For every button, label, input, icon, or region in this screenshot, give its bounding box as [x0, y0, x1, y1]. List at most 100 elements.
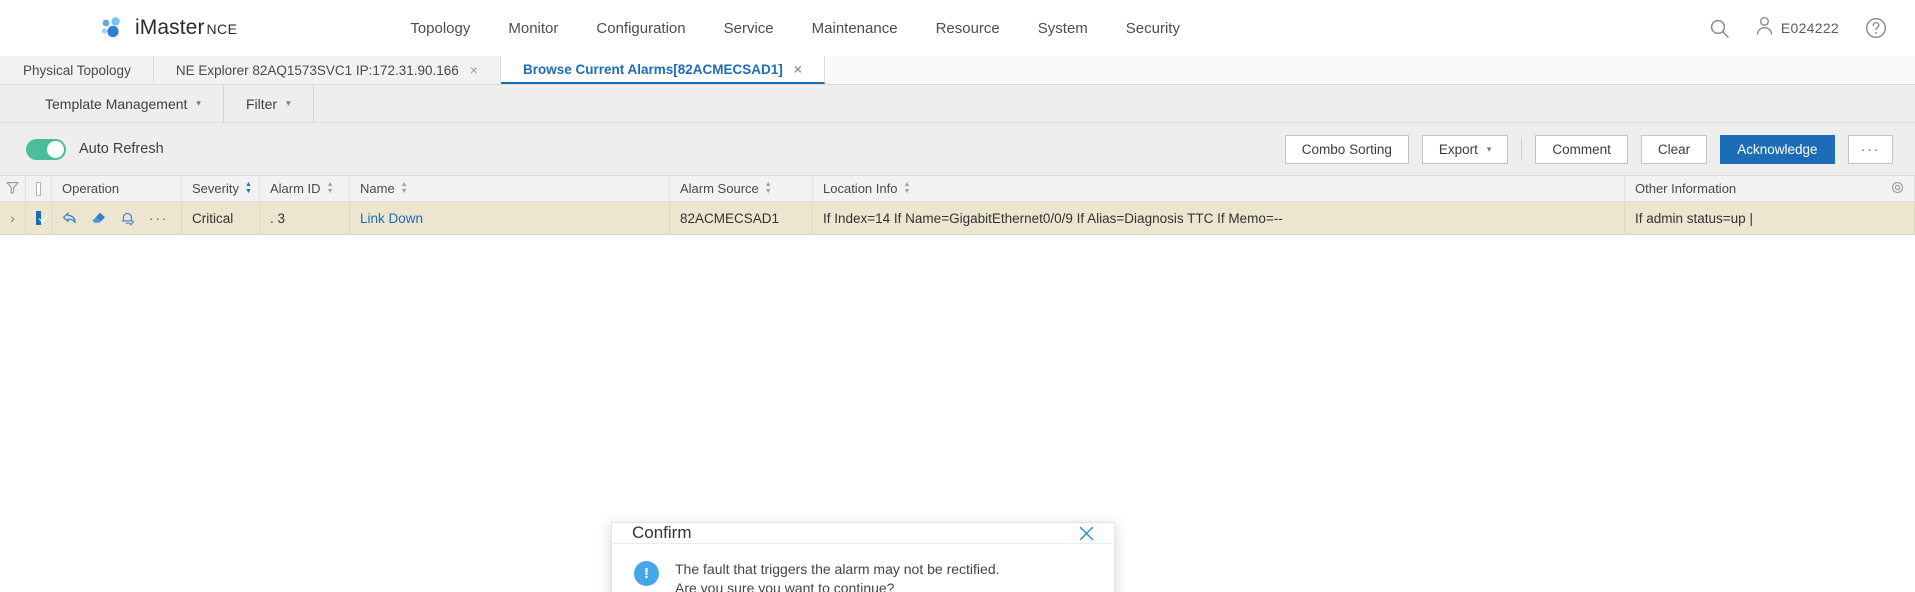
imaster-logo-icon [100, 16, 126, 40]
dialog-message-line2: Are you sure you want to continue? [675, 580, 895, 592]
column-header-alarm-source[interactable]: Alarm Source ▲ ▼ [670, 176, 813, 201]
filter-menu[interactable]: Filter ▾ [224, 85, 314, 122]
tab-label: Physical Topology [23, 62, 131, 78]
row-operations-cell: ··· [52, 202, 182, 234]
column-header-alarm-id[interactable]: Alarm ID ▲ ▼ [260, 176, 350, 201]
header-actions: E024222 [1709, 0, 1887, 56]
column-label: Location Info [823, 181, 898, 196]
nav-item-monitor[interactable]: Monitor [508, 20, 558, 37]
button-label: Acknowledge [1737, 141, 1818, 157]
app-logo[interactable]: iMaster NCE [100, 16, 237, 40]
cell-location-info: If Index=14 If Name=GigabitEthernet0/0/9… [813, 202, 1625, 234]
gear-settings-icon[interactable] [1891, 181, 1904, 197]
chevron-down-icon: ▾ [286, 98, 291, 108]
dialog-message-line1: The fault that triggers the alarm may no… [675, 561, 1000, 577]
table-header-row: Operation Severity ▲ ▼ Alarm ID ▲ ▼ Name ▲… [0, 175, 1915, 202]
cell-alarm-id: . 3 [260, 202, 350, 234]
table-row[interactable]: › ··· Critical . 3 Link Down 82ACMECSAD1… [0, 202, 1915, 235]
cell-alarm-source: 82ACMECSAD1 [670, 202, 813, 234]
column-header-name[interactable]: Name ▲ ▼ [350, 176, 670, 201]
auto-refresh-group: Auto Refresh [26, 138, 164, 160]
combo-sorting-button[interactable]: Combo Sorting [1284, 134, 1409, 164]
help-icon[interactable] [1865, 17, 1887, 39]
tab-close-icon[interactable]: × [470, 63, 478, 77]
column-label: Operation [62, 181, 120, 196]
search-icon[interactable] [1709, 18, 1730, 39]
column-header-location-info[interactable]: Location Info ▲ ▼ [813, 176, 1625, 201]
nav-item-configuration[interactable]: Configuration [596, 20, 685, 37]
auto-refresh-label: Auto Refresh [79, 141, 164, 157]
logo-text: iMaster NCE [135, 16, 238, 39]
column-header-other-information: Other Information [1625, 176, 1915, 201]
comment-button[interactable]: Comment [1535, 134, 1628, 164]
row-more-dots-icon[interactable]: ··· [149, 210, 168, 226]
chevron-down-icon: ▾ [1486, 143, 1492, 154]
clear-eraser-icon[interactable] [91, 211, 106, 225]
cell-alarm-name-link[interactable]: Link Down [350, 202, 670, 234]
column-label: Severity [192, 181, 239, 196]
action-buttons: Combo Sorting Export ▾ Comment Clear Ack… [1284, 123, 1893, 175]
column-label: Alarm Source [680, 181, 759, 196]
column-header-severity[interactable]: Severity ▲ ▼ [182, 176, 260, 201]
confirm-dialog: Confirm ! The fault that triggers the al… [611, 522, 1115, 592]
filter-label: Filter [245, 95, 278, 112]
nav-item-maintenance[interactable]: Maintenance [812, 20, 898, 37]
export-button[interactable]: Export ▾ [1421, 134, 1509, 164]
select-all-checkbox[interactable] [36, 181, 41, 196]
dialog-body: ! The fault that triggers the alarm may … [612, 544, 1114, 592]
user-menu[interactable]: E024222 [1756, 16, 1839, 40]
expand-chevron-icon[interactable]: › [10, 210, 15, 226]
funnel-filter-icon[interactable] [6, 181, 19, 197]
toggle-knob [47, 140, 64, 158]
nav-item-security[interactable]: Security [1126, 20, 1180, 37]
column-label: Other Information [1635, 181, 1737, 196]
main-nav: Topology Monitor Configuration Service M… [410, 20, 1180, 37]
tab-close-icon[interactable]: × [794, 62, 802, 76]
acknowledge-arrow-icon[interactable] [62, 211, 77, 225]
tab-label: Browse Current Alarms[82ACMECSAD1] [522, 61, 783, 77]
sort-icon[interactable]: ▲ ▼ [327, 181, 334, 195]
auto-refresh-toggle[interactable] [26, 138, 66, 160]
column-label: Name [360, 181, 395, 196]
row-checkbox[interactable] [36, 211, 41, 225]
template-management-label: Template Management [45, 95, 188, 112]
nav-item-topology[interactable]: Topology [410, 20, 470, 37]
nav-item-service[interactable]: Service [724, 20, 774, 37]
button-label: Export [1438, 141, 1478, 157]
sort-icon[interactable]: ▲ ▼ [765, 181, 772, 195]
column-label: Alarm ID [270, 181, 321, 196]
tab-browse-current-alarms[interactable]: Browse Current Alarms[82ACMECSAD1] × [500, 56, 825, 84]
button-label: Comment [1552, 141, 1611, 157]
button-label: Clear [1657, 141, 1691, 157]
dialog-title: Confirm [632, 523, 692, 542]
tab-ne-explorer[interactable]: NE Explorer 82AQ1573SVC1 IP:172.31.90.16… [153, 56, 501, 84]
app-header: iMaster NCE Topology Monitor Configuratio… [0, 0, 1915, 56]
cell-severity: Critical [182, 202, 260, 234]
chevron-down-icon: ▾ [196, 98, 201, 108]
user-icon [1756, 16, 1773, 40]
button-label: Combo Sorting [1301, 141, 1392, 157]
bell-check-icon[interactable] [120, 211, 135, 226]
row-expander-cell[interactable]: › [0, 202, 26, 234]
select-all-column-header[interactable] [26, 176, 52, 201]
filter-column-header[interactable] [0, 176, 26, 201]
tab-label: NE Explorer 82AQ1573SVC1 IP:172.31.90.16… [175, 62, 459, 78]
clear-button[interactable]: Clear [1640, 134, 1708, 164]
sort-icon[interactable]: ▲ ▼ [401, 181, 408, 195]
alarm-table: Operation Severity ▲ ▼ Alarm ID ▲ ▼ Name ▲… [0, 175, 1915, 235]
sort-icon[interactable]: ▲ ▼ [903, 181, 910, 195]
info-exclamation-icon: ! [634, 561, 659, 586]
template-management-menu[interactable]: Template Management ▾ [0, 85, 224, 122]
nav-item-resource[interactable]: Resource [936, 20, 1000, 37]
close-icon[interactable] [1077, 524, 1096, 543]
more-dots-icon: ··· [1860, 140, 1880, 158]
more-actions-button[interactable]: ··· [1847, 134, 1893, 164]
content-area: Confirm ! The fault that triggers the al… [0, 235, 1915, 592]
row-select-cell[interactable] [26, 202, 52, 234]
sort-icon[interactable]: ▲ ▼ [245, 181, 252, 195]
tab-bar: Physical Topology NE Explorer 82AQ1573SV… [0, 56, 1915, 85]
acknowledge-button[interactable]: Acknowledge [1720, 134, 1835, 164]
tab-physical-topology[interactable]: Physical Topology [0, 56, 154, 84]
toolbar-divider [1521, 138, 1523, 160]
nav-item-system[interactable]: System [1038, 20, 1088, 37]
